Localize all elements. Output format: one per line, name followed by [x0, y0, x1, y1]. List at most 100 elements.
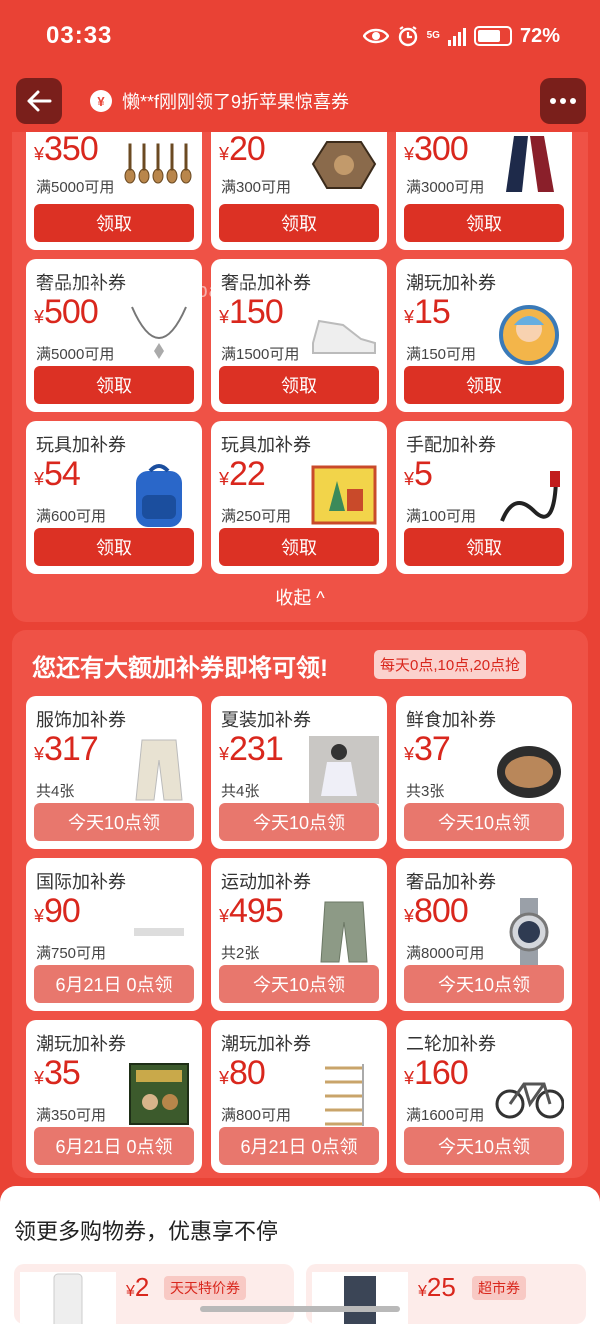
coupon-amount: ¥300: [404, 132, 469, 169]
coupon-value: 80: [229, 1054, 266, 1092]
scheduled-claim-button[interactable]: 今天10点领: [404, 803, 564, 841]
schedule-badge: 每天0点,10点,20点抢: [374, 650, 527, 679]
more-button[interactable]: [540, 78, 586, 124]
back-button[interactable]: [16, 78, 62, 124]
scarf-image: [494, 136, 564, 192]
scheduled-claim-button[interactable]: 今天10点领: [34, 803, 194, 841]
coupon-amount: ¥37: [404, 730, 451, 769]
more-dots-icon: [550, 98, 576, 104]
claim-button[interactable]: 领取: [34, 204, 194, 242]
coupon-label: 潮玩加补券: [406, 273, 496, 293]
coupon-card: 夏装加补券 ¥231 共4张 今天10点领: [211, 696, 387, 849]
board-game-image: [124, 1060, 194, 1128]
claim-button[interactable]: 领取: [404, 366, 564, 404]
coupon-condition: 满5000可用: [36, 179, 115, 196]
coupon-card: 玩具加补券 ¥22 满250可用 领取: [211, 421, 387, 574]
yen-symbol: ¥: [219, 1068, 229, 1088]
yen-symbol: ¥: [404, 469, 414, 489]
scheduled-claim-button[interactable]: 6月21日 0点领: [34, 965, 194, 1003]
battery-percent: 72%: [519, 24, 560, 47]
eye-icon: [362, 28, 389, 44]
upcoming-panel: 您还有大额加补券即将可领! 每天0点,10点,20点抢 服饰加补券 ¥317 共…: [12, 630, 588, 1178]
coupon-value: 300: [414, 132, 469, 168]
coupon-value: 37: [414, 730, 451, 768]
coupon-value: 20: [229, 132, 266, 168]
coupon-amount: ¥5: [404, 455, 433, 494]
coupon-amount: ¥350: [34, 132, 99, 169]
concertina-image: [309, 136, 379, 192]
coupon-amount: ¥160: [404, 1054, 469, 1093]
yen-symbol: ¥: [219, 906, 229, 926]
puzzle-box-image: [309, 461, 379, 529]
claim-button[interactable]: 领取: [219, 366, 379, 404]
scheduled-claim-button[interactable]: 今天10点领: [219, 965, 379, 1003]
coupon-condition: 满800可用: [221, 1107, 292, 1124]
coupon-amount: ¥231: [219, 730, 284, 769]
coupon-card: 玩具加补券 ¥54 满600可用 领取: [26, 421, 202, 574]
coupon-amount: ¥25: [418, 1272, 456, 1302]
coupon-condition: 满1500可用: [221, 346, 300, 363]
coupon-value: 350: [44, 132, 99, 168]
coupon-card: 潮玩加补券 ¥35 满350可用 6月21日 0点领: [26, 1020, 202, 1173]
clothing-image: [312, 1272, 408, 1324]
yen-symbol: ¥: [34, 307, 44, 327]
scheduled-claim-button[interactable]: 今天10点领: [404, 1127, 564, 1165]
sheet-title: 领更多购物券，优惠享不停: [14, 1219, 279, 1244]
coupon-label: 运动加补券: [221, 872, 311, 892]
home-indicator[interactable]: [200, 1306, 400, 1312]
coupon-notice-icon: ¥: [90, 90, 112, 112]
cable-image: [494, 461, 564, 529]
coupon-card: 奢品加补券 ¥800 满8000可用 今天10点领: [396, 858, 572, 1011]
coupon-condition: 满300可用: [221, 179, 292, 196]
scheduled-claim-button[interactable]: 6月21日 0点领: [34, 1127, 194, 1165]
claim-button[interactable]: 领取: [404, 528, 564, 566]
coupon-condition: 共2张: [221, 945, 260, 962]
yen-symbol: ¥: [219, 144, 229, 164]
claim-button[interactable]: 领取: [404, 204, 564, 242]
scheduled-claim-button[interactable]: 6月21日 0点领: [219, 1127, 379, 1165]
watch-image: [494, 898, 564, 966]
coupon-card: 国际加补券 ¥90 满750可用 6月21日 0点领: [26, 858, 202, 1011]
claim-button[interactable]: 领取: [34, 528, 194, 566]
pants-image: [124, 736, 194, 804]
more-coupon-card[interactable]: ¥2 天天特价券: [14, 1264, 294, 1324]
coupon-label: 潮玩加补券: [221, 1034, 311, 1054]
coupon-card: 潮玩加补券 ¥80 满800可用 6月21日 0点领: [211, 1020, 387, 1173]
coupon-amount: ¥54: [34, 455, 81, 494]
collapse-button[interactable]: 收起 ^: [12, 584, 588, 610]
coupon-card: ¥20 满300可用 领取: [211, 132, 387, 250]
coupon-tag: 超市券: [472, 1276, 526, 1300]
yen-symbol: ¥: [404, 144, 414, 164]
coupon-value: 800: [414, 892, 469, 930]
yen-symbol: ¥: [404, 1068, 414, 1088]
coupon-card: 二轮加补券 ¥160 满1600可用 今天10点领: [396, 1020, 572, 1173]
claim-button[interactable]: 领取: [219, 528, 379, 566]
coupon-card: ¥300 满3000可用 领取: [396, 132, 572, 250]
claim-notice: ¥ 懒**f刚刚领了9折苹果惊喜券: [90, 88, 349, 114]
yen-symbol: ¥: [34, 1068, 44, 1088]
watermark: 新浪团-new.xianbao.fun: [40, 280, 271, 302]
coupon-label: 玩具加补券: [36, 435, 126, 455]
coupon-value: 5: [414, 455, 433, 493]
more-coupon-card[interactable]: ¥25 超市券: [306, 1264, 586, 1324]
coupon-value: 90: [44, 892, 81, 930]
coupon-value: 495: [229, 892, 284, 930]
coupon-label: 二轮加补券: [406, 1034, 496, 1054]
header: ¥ 懒**f刚刚领了9折苹果惊喜券: [0, 72, 600, 132]
scheduled-claim-button[interactable]: 今天10点领: [219, 803, 379, 841]
coupon-condition: 满1600可用: [406, 1107, 485, 1124]
badge-image: [494, 299, 564, 367]
coupon-amount: ¥20: [219, 132, 266, 169]
claim-coupon-grid: ¥350 满5000可用 领取 ¥20 满300可用 领取 ¥300 满3000…: [26, 132, 572, 574]
coupon-value: 54: [44, 455, 81, 493]
coupon-label: 鲜食加补券: [406, 710, 496, 730]
claim-button[interactable]: 领取: [219, 204, 379, 242]
claim-button[interactable]: 领取: [34, 366, 194, 404]
coupon-label: 夏装加补券: [221, 710, 311, 730]
alarm-icon: [398, 26, 417, 47]
coupon-amount: ¥317: [34, 730, 99, 769]
coupon-amount: ¥22: [219, 455, 266, 494]
coupon-label: 玩具加补券: [221, 435, 311, 455]
coupon-value: 35: [44, 1054, 81, 1092]
scheduled-claim-button[interactable]: 今天10点领: [404, 965, 564, 1003]
